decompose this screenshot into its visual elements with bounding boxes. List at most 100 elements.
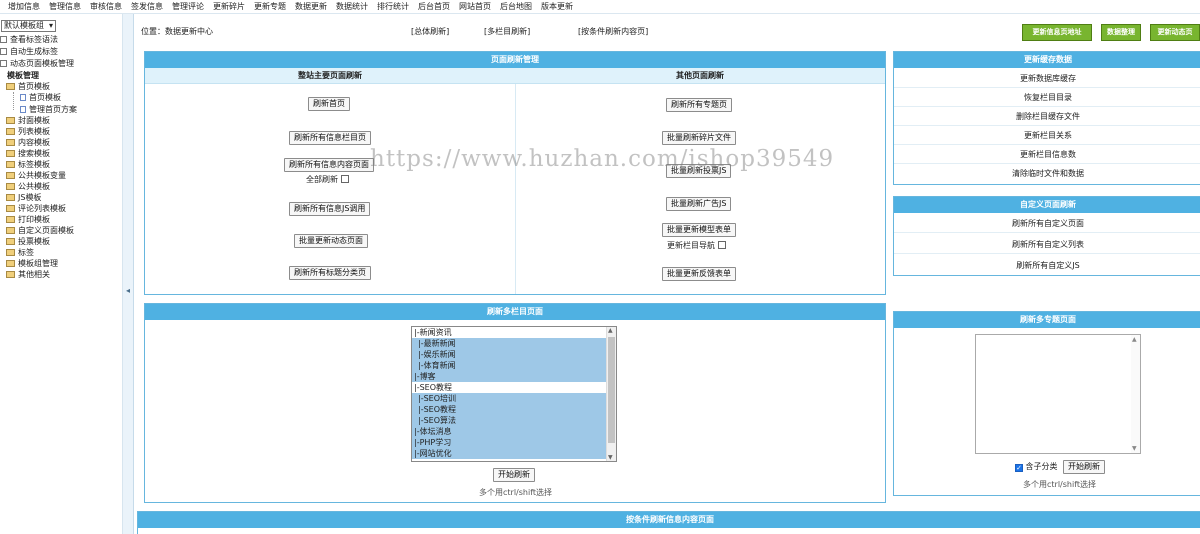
include-sub-option[interactable]: ✓ 含子分类 [1015,462,1058,472]
update-dynamic-page-button[interactable]: 更新动态页 [1150,24,1200,41]
custom-page-panel: 自定义页面刷新 刷新所有自定义页面 刷新所有自定义列表 刷新所有自定义JS [893,196,1200,276]
column-option[interactable]: |-博客 [412,371,607,382]
list-scrollbar[interactable]: ▲ ▼ [606,327,616,461]
sidebar-item-content-templates[interactable]: 内容模板 [6,137,50,148]
scroll-up-icon[interactable]: ▲ [1132,336,1137,343]
include-sub-checkbox[interactable]: ✓ [1015,464,1023,472]
column-option[interactable]: |-SEO教程 [412,382,607,393]
sidebar-item-custom-page-templates[interactable]: 自定义页面模板 [6,225,74,236]
nav-update-topics[interactable]: 更新专题 [254,0,286,13]
sidebar-item-search-templates[interactable]: 搜索模板 [6,148,50,159]
start-refresh-columns-button[interactable]: 开始刷新 [493,468,535,482]
refresh-custom-js-link[interactable]: 刷新所有自定义JS [894,256,1200,275]
scroll-up-icon[interactable]: ▲ [608,327,613,334]
nav-issue-info[interactable]: 签发信息 [131,0,163,13]
data-tidy-button[interactable]: 数据整理 [1101,24,1141,41]
scroll-down-icon[interactable]: ▼ [1132,445,1137,452]
column-option[interactable]: |-体坛消息 [412,426,607,437]
refresh-all-js-button[interactable]: 刷新所有信息JS调用 [289,202,371,216]
nav-version-update[interactable]: 版本更新 [541,0,573,13]
clear-temp-link[interactable]: 清除临时文件和数据 [894,164,1200,183]
sidebar-item-vote-templates[interactable]: 投票模板 [6,236,50,247]
refresh-title-class-button[interactable]: 刷新所有标题分类页 [289,266,371,280]
restore-column-dir-link[interactable]: 恢复栏目目录 [894,88,1200,107]
folder-icon [6,183,15,190]
sidebar-item-tag-templates[interactable]: 标签模板 [6,159,50,170]
refresh-all-columns-button[interactable]: 刷新所有信息栏目页 [289,131,371,145]
start-refresh-topics-button[interactable]: 开始刷新 [1063,460,1105,474]
link-multi-column-refresh[interactable]: [多栏目刷新] [484,27,530,37]
update-db-cache-link[interactable]: 更新数据库缓存 [894,69,1200,88]
refresh-fragments-button[interactable]: 批量刷新碎片文件 [662,131,736,145]
collapse-arrow-icon[interactable]: ◂ [126,286,130,295]
update-info-url-button[interactable]: 更新信息页地址 [1022,24,1092,41]
nav-update-fragments[interactable]: 更新碎片 [213,0,245,13]
column-multiselect[interactable]: |-新闻资讯 |-最新新闻 |-娱乐新闻 |-体育新闻 |-博客 |-SEO教程… [411,326,617,462]
refresh-custom-pages-link[interactable]: 刷新所有自定义页面 [894,214,1200,233]
update-feedback-forms-button[interactable]: 批量更新反馈表单 [662,267,736,281]
sidebar-item-dynamic-templates[interactable]: 动态页面模板管理 [0,58,74,69]
sidebar-item-template-groups[interactable]: 模板组管理 [6,258,58,269]
nav-data-update[interactable]: 数据更新 [295,0,327,13]
column-option[interactable]: |-体育新闻 [412,360,607,371]
nav-site-home[interactable]: 网站首页 [459,0,491,13]
sidebar-item-cover-templates[interactable]: 封面模板 [6,115,50,126]
nav-ranking-stats[interactable]: 排行统计 [377,0,409,13]
link-condition-refresh[interactable]: [按条件刷新内容页] [578,27,648,37]
nav-add-info[interactable]: 增加信息 [8,0,40,13]
page-refresh-panel: 页面刷新管理 整站主要页面刷新 其他页面刷新 刷新首页 刷新所有信息栏目页 刷新… [144,51,886,295]
refresh-all-content-button[interactable]: 刷新所有信息内容页面 [284,158,374,172]
nav-admin-map[interactable]: 后台地图 [500,0,532,13]
sidebar-item-label: 评论列表模板 [18,204,66,213]
update-dynamic-pages-button[interactable]: 批量更新动态页面 [294,234,368,248]
sidebar-item-comment-templates[interactable]: 评论列表模板 [6,203,66,214]
sidebar-item-list-templates[interactable]: 列表模板 [6,126,50,137]
column-option[interactable]: |-网站优化 [412,448,607,459]
topic-multiselect[interactable]: ▲ ▼ [975,334,1141,454]
sidebar-item-tag-syntax[interactable]: 查看标签语法 [0,34,58,45]
sidebar-item-auto-tags[interactable]: 自动生成标签 [0,46,58,57]
sidebar-item-index-templates[interactable]: 首页模板 [6,81,50,92]
sidebar-item-js-templates[interactable]: JS模板 [6,192,41,203]
column-option[interactable]: |-SEO培训 [412,393,607,404]
column-option[interactable]: |-新闻资讯 [412,327,607,338]
sidebar-item-template-manage[interactable]: 模板管理 [0,70,39,81]
refresh-home-button[interactable]: 刷新首页 [308,97,350,111]
nav-update-option[interactable]: 更新栏目导航 [667,241,726,251]
sidebar-item-public-templates[interactable]: 公共模板 [6,181,50,192]
all-refresh-option[interactable]: 全部刷新 [306,175,349,185]
sidebar-splitter[interactable]: ◂ [122,14,134,534]
column-divider [515,84,516,294]
refresh-all-topics-button[interactable]: 刷新所有专题页 [666,98,732,112]
sidebar-item-index-template[interactable]: 首页模板 [20,92,61,103]
sidebar-item-label: 封面模板 [18,116,50,125]
update-column-count-link[interactable]: 更新栏目信息数 [894,145,1200,164]
nav-admin-home[interactable]: 后台首页 [418,0,450,13]
update-model-forms-button[interactable]: 批量更新模型表单 [662,223,736,237]
scroll-down-icon[interactable]: ▼ [608,454,613,461]
sidebar-item-index-schemes[interactable]: 管理首页方案 [20,104,77,115]
column-option[interactable]: |-PHP学习 [412,437,607,448]
column-option[interactable]: |-娱乐新闻 [412,349,607,360]
sidebar-item-print-templates[interactable]: 打印模板 [6,214,50,225]
column-option[interactable]: |-SEO算法 [412,415,607,426]
nav-data-stats[interactable]: 数据统计 [336,0,368,13]
sidebar-item-other[interactable]: 其他相关 [6,269,50,280]
delete-column-cache-link[interactable]: 删除栏目缓存文件 [894,107,1200,126]
template-group-select[interactable]: 默认模板组 [1,20,56,32]
all-refresh-checkbox[interactable] [341,175,349,183]
nav-manage-comments[interactable]: 管理评论 [172,0,204,13]
scroll-thumb[interactable] [608,337,615,443]
sidebar-item-tags[interactable]: 标签 [6,247,34,258]
refresh-ad-js-button[interactable]: 批量刷新广告JS [666,197,732,211]
nav-review-info[interactable]: 审核信息 [90,0,122,13]
column-option[interactable]: |-SEO教程 [412,404,607,415]
topic-scrollbar[interactable]: ▲ ▼ [1131,335,1140,453]
column-option[interactable]: |-最新新闻 [412,338,607,349]
sidebar-item-public-vars[interactable]: 公共模板变量 [6,170,66,181]
update-column-relation-link[interactable]: 更新栏目关系 [894,126,1200,145]
link-total-refresh[interactable]: [总体刷新] [411,27,449,37]
nav-update-checkbox[interactable] [718,241,726,249]
refresh-custom-lists-link[interactable]: 刷新所有自定义列表 [894,235,1200,254]
nav-manage-info[interactable]: 管理信息 [49,0,81,13]
